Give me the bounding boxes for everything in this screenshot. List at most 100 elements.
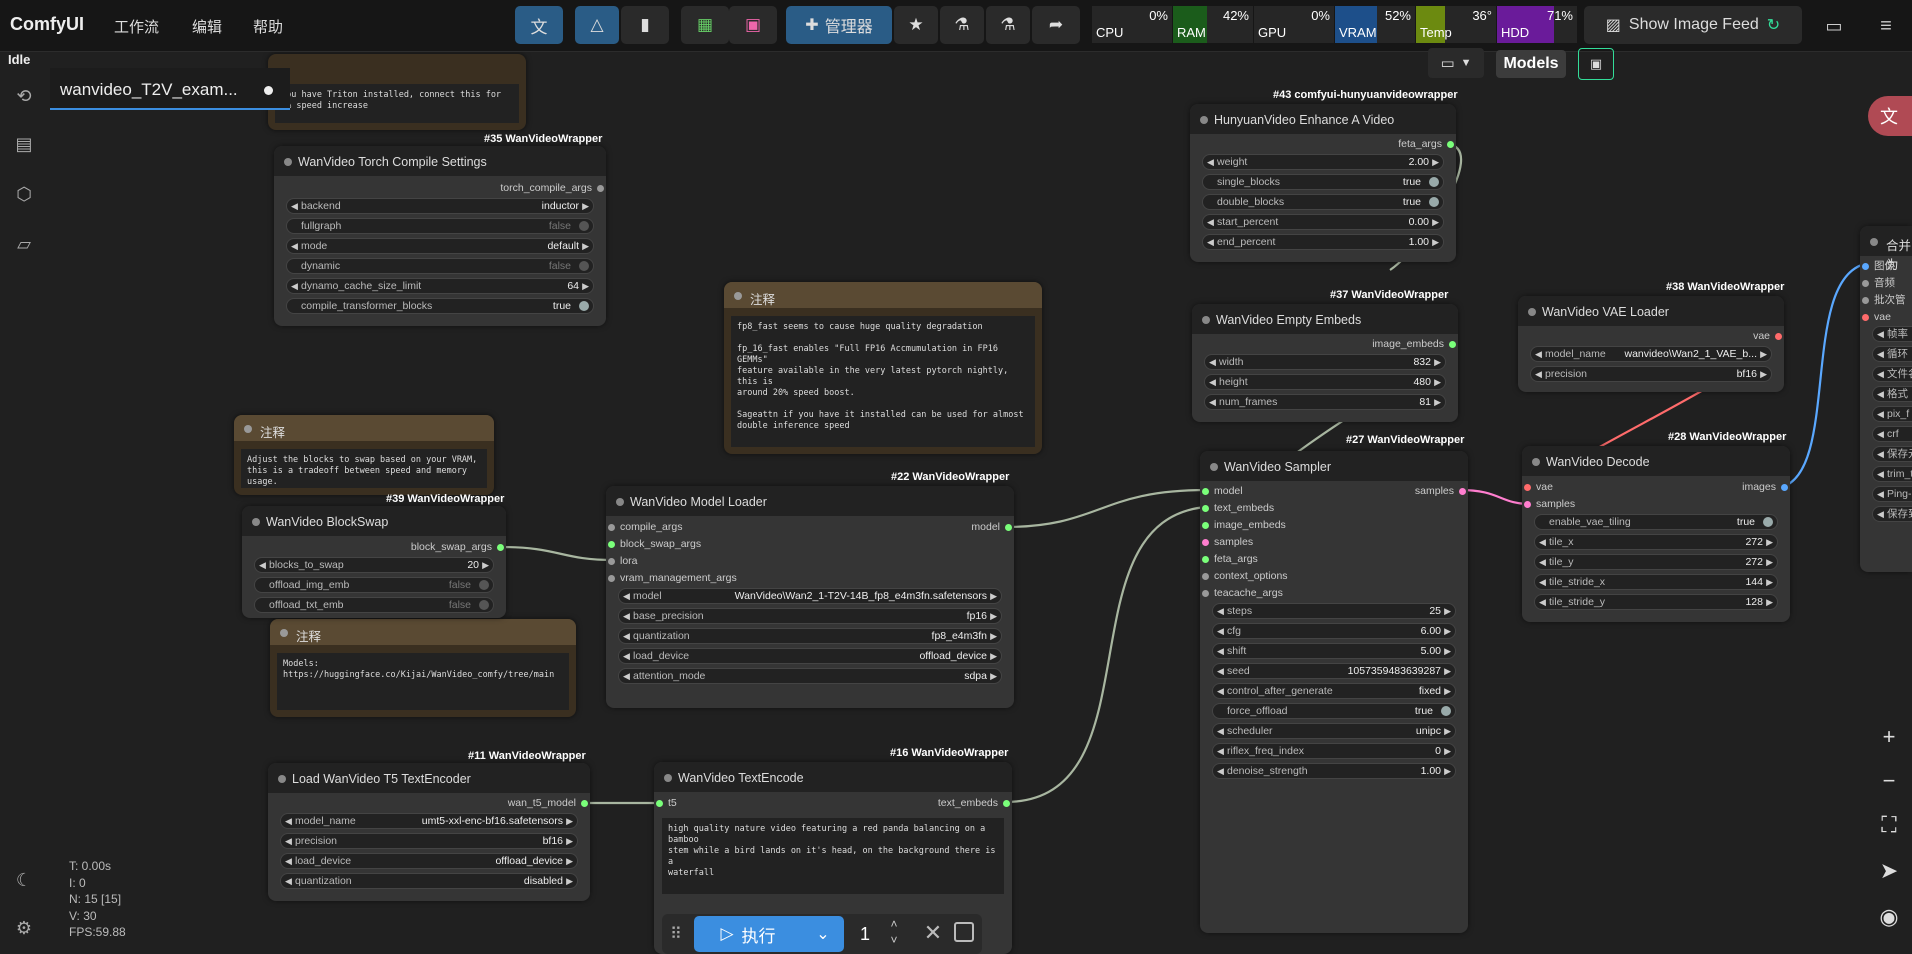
input-context-options[interactable]: context_options [1200, 569, 1340, 583]
node-t5-encoder[interactable]: Load WanVideo T5 TextEncoder wan_t5_mode… [268, 763, 590, 901]
widget-model-name[interactable]: model_nameumt5-xxl-enc-bf16.safetensors [280, 813, 578, 829]
widget-height[interactable]: height480 [1204, 374, 1446, 390]
output-image-embeds[interactable]: image_embeds [1308, 337, 1458, 351]
output-vae[interactable]: vae [1684, 329, 1784, 343]
widget-model[interactable]: modelWanVideo\Wan2_1-T2V-14B_fp8_e4m3fn.… [618, 588, 1002, 604]
output-model[interactable]: model [864, 520, 1014, 534]
input-samples[interactable]: samples [1522, 497, 1642, 511]
widget-format[interactable]: 格式 [1872, 386, 1912, 402]
hamburger-menu-button[interactable]: ≡ [1874, 14, 1898, 38]
widget-start-percent[interactable]: start_percent0.00 [1202, 214, 1444, 230]
widget-blocks-to-swap[interactable]: blocks_to_swap20 [254, 557, 494, 573]
input-teacache-args[interactable]: teacache_args [1200, 586, 1340, 600]
models-save-button[interactable]: ▣ [1578, 48, 1614, 80]
node-enhance-video[interactable]: HunyuanVideo Enhance A Video feta_args w… [1190, 104, 1456, 262]
widget-quantization[interactable]: quantizationfp8_e4m3fn [618, 628, 1002, 644]
input-feta-args[interactable]: feta_args [1200, 552, 1340, 566]
input-lora[interactable]: lora [606, 554, 806, 568]
translate-float-button[interactable]: 文 [1868, 96, 1912, 136]
batch-stepper[interactable]: ˄ ˅ [884, 916, 904, 952]
input-images[interactable]: 图像 [1860, 259, 1912, 273]
input-vram-args[interactable]: vram_management_args [606, 571, 806, 585]
cancel-icon[interactable]: ✕ [920, 920, 946, 946]
widget-shift[interactable]: shift5.00 [1212, 643, 1456, 659]
menu-workflow[interactable]: 工作流 [114, 16, 159, 37]
lab2-button[interactable]: ⚗ [986, 6, 1030, 44]
node-video-combine[interactable]: 合并为 图像 音频 批次管理 vae 帧率 循环 文件名 格式 pix_f cr… [1860, 226, 1912, 572]
widget-filename[interactable]: 文件名 [1872, 366, 1912, 382]
output-block-swap-args[interactable]: block_swap_args [306, 540, 506, 554]
cube-icon[interactable]: ⬡ [12, 182, 36, 206]
widget-tile-stride-x[interactable]: tile_stride_x144 [1534, 574, 1778, 590]
widget-tile-stride-y[interactable]: tile_stride_y128 [1534, 594, 1778, 610]
folder-dropdown-button[interactable]: ▭ ▼ [1428, 48, 1484, 78]
crystools-button[interactable]: △ [575, 6, 619, 44]
widget-scheduler[interactable]: schedulerunipc [1212, 723, 1456, 739]
gear-icon[interactable]: ⚙ [12, 916, 36, 940]
widget-loop[interactable]: 循环 [1872, 346, 1912, 362]
fit-view-icon[interactable]: ⛶ [1876, 812, 1902, 838]
moon-icon[interactable]: ☾ [12, 868, 36, 892]
widget-base-precision[interactable]: base_precisionfp16 [618, 608, 1002, 624]
share-button[interactable]: ➦ [1032, 6, 1080, 44]
input-vae[interactable]: vae [1860, 310, 1912, 324]
show-image-feed-button[interactable]: ▨ Show Image Feed ↻ [1584, 6, 1802, 44]
widget-save-output[interactable]: 保存到 [1872, 506, 1912, 522]
widget-control-after-generate[interactable]: control_after_generatefixed [1212, 683, 1456, 699]
widget-seed[interactable]: seed1057359483639287 [1212, 663, 1456, 679]
widget-frame-rate[interactable]: 帧率 [1872, 326, 1912, 342]
widget-cfg[interactable]: cfg6.00 [1212, 623, 1456, 639]
widget-force-offload[interactable]: force_offload true [1212, 703, 1456, 719]
node-blockswap[interactable]: WanVideo BlockSwap block_swap_args block… [242, 506, 506, 618]
node-sampler[interactable]: WanVideo Sampler samples model text_embe… [1200, 451, 1468, 933]
star-button[interactable]: ★ [894, 6, 938, 44]
widget-fullgraph[interactable]: fullgraph false [286, 218, 594, 234]
widget-attention-mode[interactable]: attention_modesdpa [618, 668, 1002, 684]
input-model[interactable]: model [1200, 484, 1340, 498]
note-models[interactable]: 注释 Models: https://huggingface.co/Kijai/… [270, 619, 576, 717]
widget-pingpong[interactable]: Ping-P [1872, 486, 1912, 502]
widget-tile-x[interactable]: tile_x272 [1534, 534, 1778, 550]
translate-button[interactable]: 文 [515, 6, 563, 44]
widget-crf[interactable]: crf [1872, 426, 1912, 442]
drag-handle-icon[interactable]: ⠿ [670, 924, 682, 944]
run-options-button[interactable]: ⌄ [802, 916, 844, 952]
models-button[interactable]: Models [1496, 50, 1566, 78]
widget-dynamo-cache[interactable]: dynamo_cache_size_limit64 [286, 278, 594, 294]
zoom-in-icon[interactable]: + [1876, 724, 1902, 750]
widget-offload-txt[interactable]: offload_txt_emb false [254, 597, 494, 613]
output-images[interactable]: images [1670, 480, 1790, 494]
document-icon[interactable]: ▤ [12, 132, 36, 156]
widget-riflex[interactable]: riflex_freq_index0 [1212, 743, 1456, 759]
widget-steps[interactable]: steps25 [1212, 603, 1456, 619]
widget-trim[interactable]: trim_t [1872, 466, 1912, 482]
widget-double-blocks[interactable]: double_blocks true [1202, 194, 1444, 210]
note-triton[interactable]: you have Triton installed, connect this … [268, 54, 526, 130]
lab-button[interactable]: ⚗ [940, 6, 984, 44]
output-text-embeds[interactable]: text_embeds [862, 796, 1012, 810]
output-samples[interactable]: samples [1348, 484, 1468, 498]
node-decode[interactable]: WanVideo Decode vae samples images enabl… [1522, 446, 1790, 622]
input-vae[interactable]: vae [1522, 480, 1642, 494]
widget-denoise[interactable]: denoise_strength1.00 [1212, 763, 1456, 779]
widget-dynamic[interactable]: dynamic false [286, 258, 594, 274]
prompt-textarea[interactable]: high quality nature video featuring a re… [662, 818, 1004, 894]
stop-icon[interactable] [954, 922, 974, 942]
widget-offload-img[interactable]: offload_img_emb false [254, 577, 494, 593]
widget-vae-tiling[interactable]: enable_vae_tiling true [1534, 514, 1778, 530]
input-t5[interactable]: t5 [654, 796, 754, 810]
widget-load-device[interactable]: load_deviceoffload_device [618, 648, 1002, 664]
output-feta-args[interactable]: feta_args [1306, 137, 1456, 151]
zoom-out-icon[interactable]: − [1876, 768, 1902, 794]
menu-edit[interactable]: 编辑 [192, 16, 222, 37]
input-block-swap-args[interactable]: block_swap_args [606, 537, 806, 551]
input-compile-args[interactable]: compile_args [606, 520, 806, 534]
output-torch-compile-args[interactable]: torch_compile_args [406, 181, 606, 195]
node-empty-embeds[interactable]: WanVideo Empty Embeds image_embeds width… [1192, 304, 1458, 422]
widget-single-blocks[interactable]: single_blocks true [1202, 174, 1444, 190]
widget-num-frames[interactable]: num_frames81 [1204, 394, 1446, 410]
node-vae-loader[interactable]: WanVideo VAE Loader vae model_namewanvid… [1518, 296, 1784, 392]
workflow-tab[interactable]: wanvideo_T2V_exam... [50, 68, 290, 110]
input-image-embeds[interactable]: image_embeds [1200, 518, 1340, 532]
menu-help[interactable]: 帮助 [253, 16, 283, 37]
